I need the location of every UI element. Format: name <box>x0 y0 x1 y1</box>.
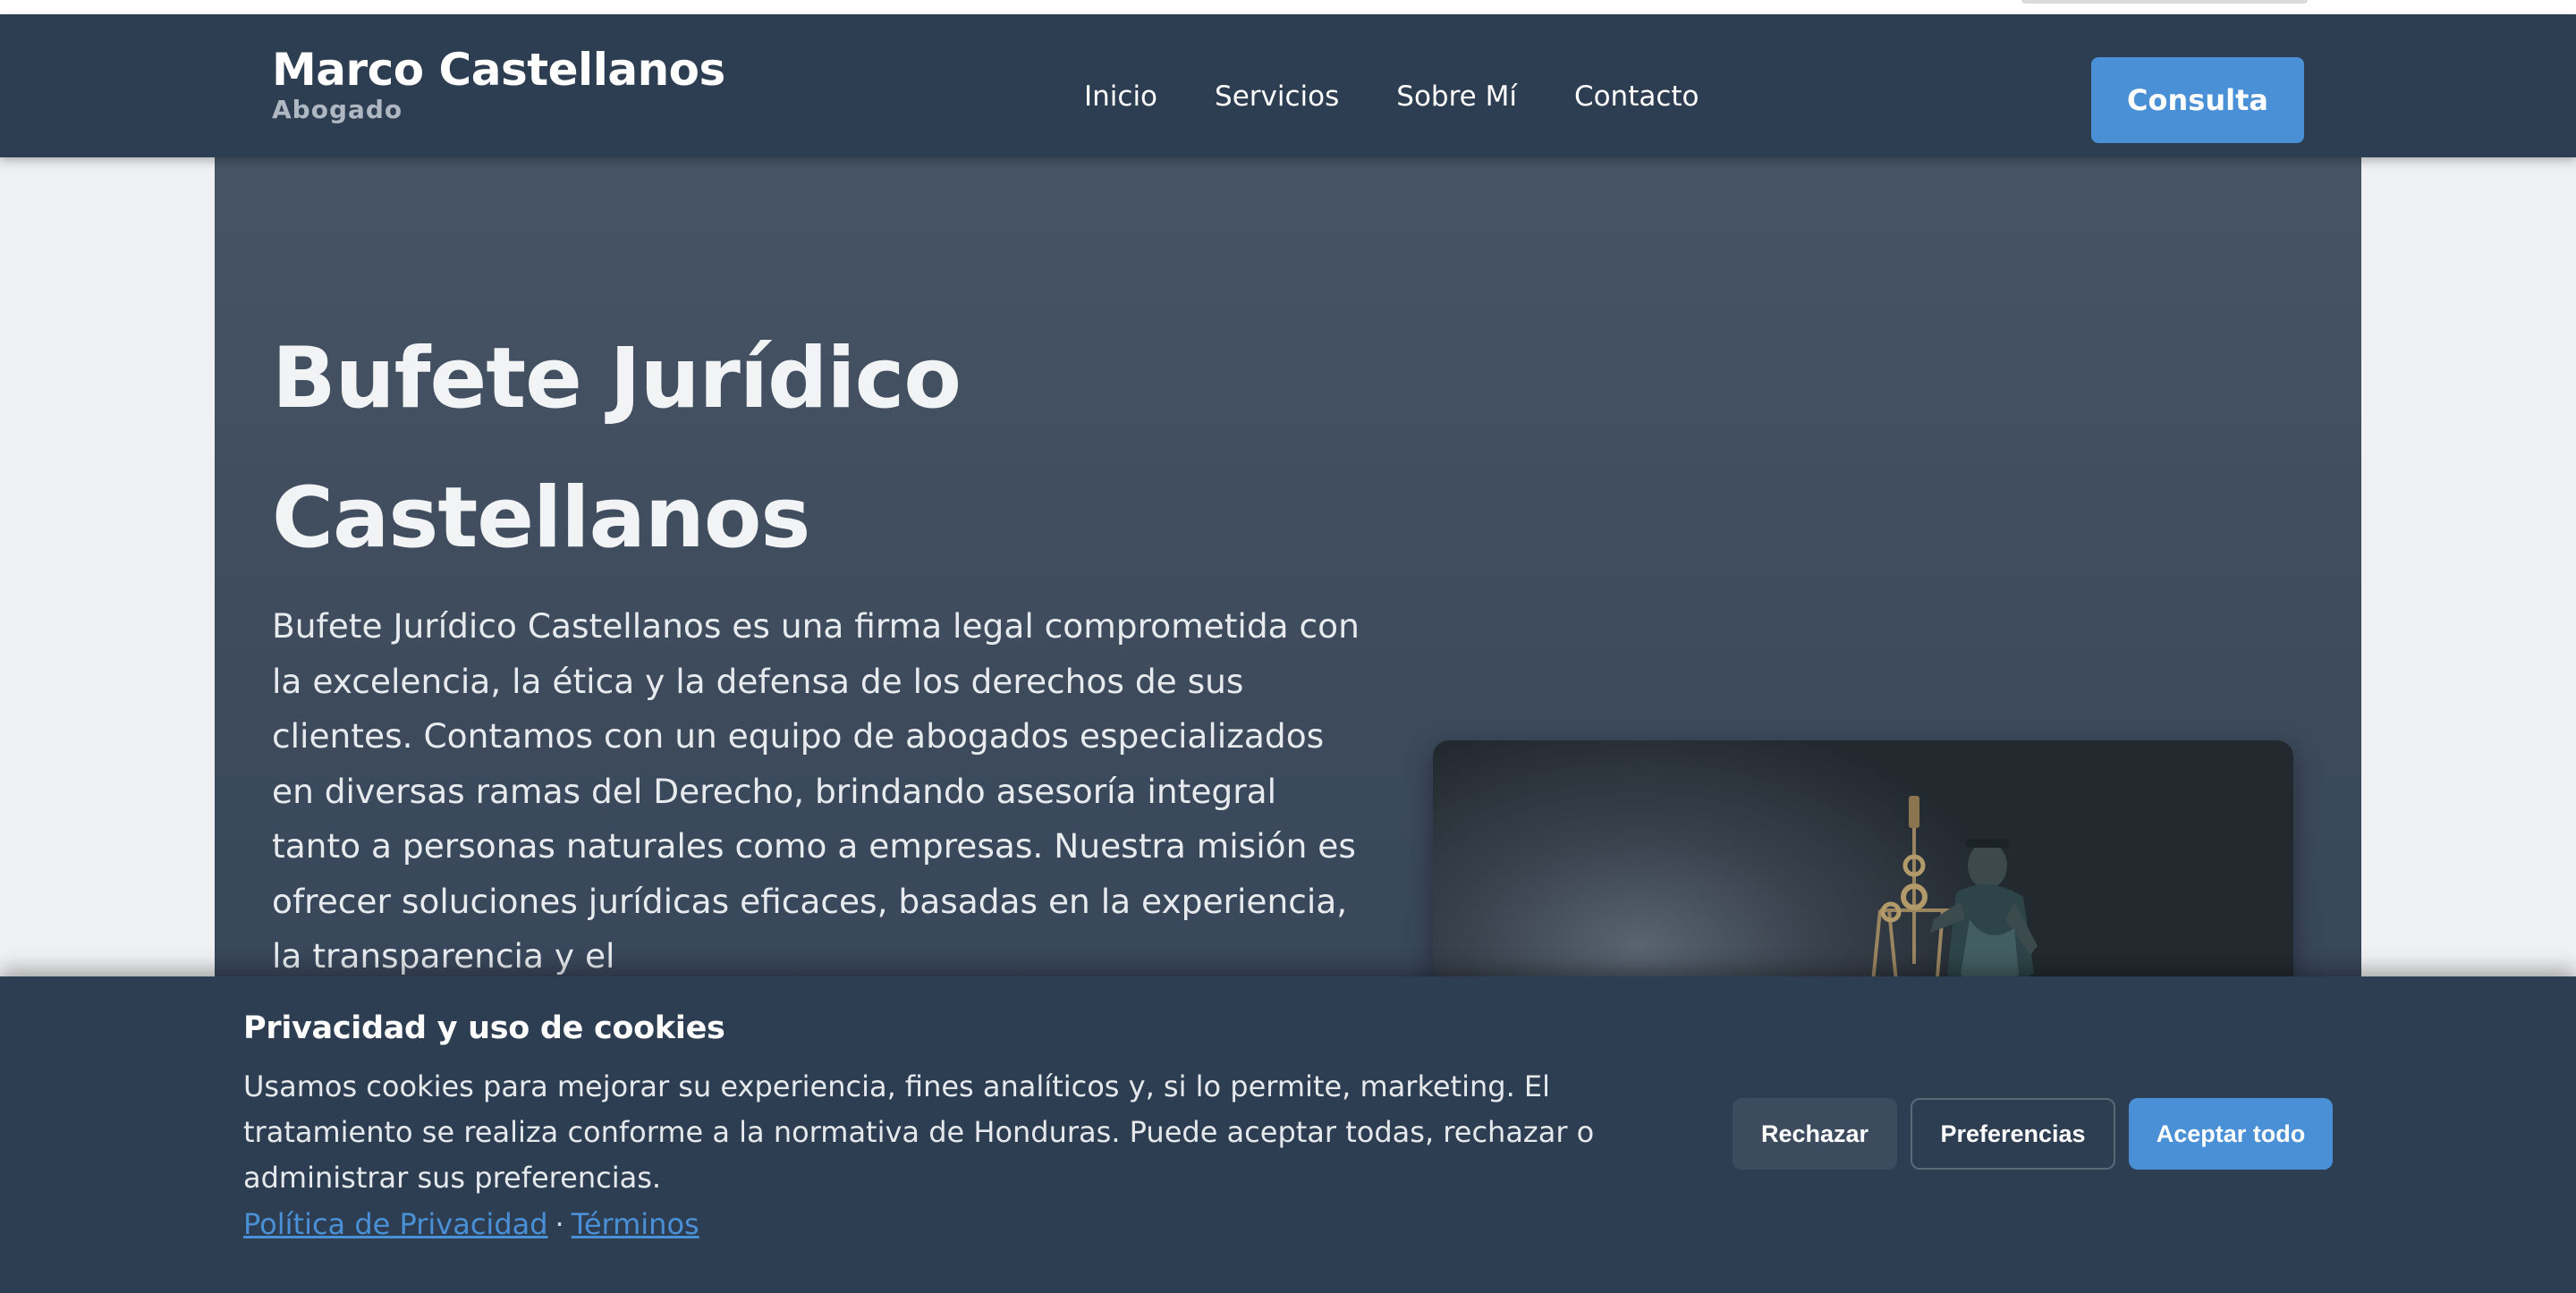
hero-description: Bufete Jurídico Castellanos es una firma… <box>272 606 1360 976</box>
consulta-button[interactable]: Consulta <box>2091 57 2304 143</box>
navbar: Marco Castellanos Abogado Inicio Servici… <box>0 14 2576 157</box>
cookie-banner: Privacidad y uso de cookies Usamos cooki… <box>0 976 2576 1293</box>
hero-title: Bufete Jurídico Castellanos <box>272 330 962 567</box>
browser-tab-edge <box>2021 0 2308 4</box>
brand[interactable]: Marco Castellanos Abogado <box>272 43 725 123</box>
nav-link-servicios[interactable]: Servicios <box>1215 80 1339 113</box>
reject-cookies-button[interactable]: Rechazar <box>1733 1098 1897 1170</box>
nav-link-sobre-mi[interactable]: Sobre Mí <box>1396 80 1517 113</box>
browser-top-strip <box>0 0 2576 14</box>
brand-name: Marco Castellanos <box>272 44 725 96</box>
link-separator: · <box>555 1207 564 1241</box>
cookie-banner-title: Privacidad y uso de cookies <box>243 1010 725 1046</box>
terms-link[interactable]: Términos <box>572 1207 699 1241</box>
privacy-policy-link[interactable]: Política de Privacidad <box>243 1207 548 1241</box>
main-nav: Inicio Servicios Sobre Mí Contacto <box>1084 80 1699 113</box>
nav-link-inicio[interactable]: Inicio <box>1084 80 1157 113</box>
cookie-links: Política de Privacidad · Términos <box>243 1207 699 1241</box>
accept-all-cookies-button[interactable]: Aceptar todo <box>2129 1098 2333 1170</box>
nav-link-contacto[interactable]: Contacto <box>1574 80 1699 113</box>
cookie-banner-text: Usamos cookies para mejorar su experienc… <box>243 1069 1595 1195</box>
brand-subtitle: Abogado <box>272 95 403 124</box>
cookie-preferences-button[interactable]: Preferencias <box>1911 1098 2115 1170</box>
